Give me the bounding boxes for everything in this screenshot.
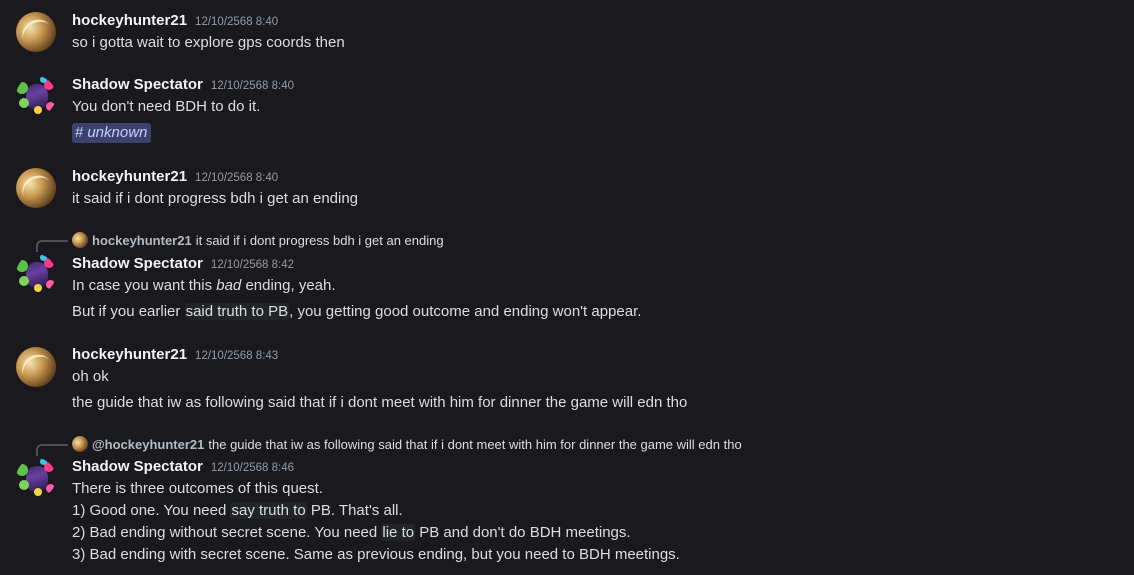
- reply-author[interactable]: @hockeyhunter21: [92, 437, 204, 452]
- text-segment: 1) Good one. You need: [72, 502, 231, 519]
- reply-text[interactable]: it said if i dont progress bdh i get an …: [196, 233, 444, 248]
- message-shadow-spectator-3: @hockeyhunter21 the guide that iw as foll…: [0, 434, 1134, 569]
- message-text: so i gotta wait to explore gps coords th…: [72, 34, 345, 51]
- message-text: In case you want this bad ending, yeah.: [72, 277, 336, 294]
- username[interactable]: hockeyhunter21: [72, 168, 187, 185]
- reply-preview[interactable]: hockeyhunter21 it said if i dont progress…: [72, 232, 444, 248]
- emphasis-text: bad: [216, 277, 242, 294]
- reply-text[interactable]: the guide that iw as following said that…: [208, 437, 741, 452]
- timestamp[interactable]: 12/10/2568 8:42: [211, 259, 294, 271]
- user-avatar[interactable]: [16, 458, 56, 498]
- text-segment: ending, yeah.: [241, 277, 336, 294]
- highlighted-text: lie to: [381, 524, 416, 541]
- message-text: the guide that iw as following said that…: [72, 394, 688, 411]
- user-avatar[interactable]: [16, 347, 56, 387]
- message-text: There is three outcomes of this quest.: [72, 480, 323, 497]
- reply-author[interactable]: hockeyhunter21: [92, 233, 192, 248]
- text-segment: PB. That's all.: [306, 502, 403, 519]
- username[interactable]: hockeyhunter21: [72, 12, 187, 29]
- timestamp[interactable]: 12/10/2568 8:46: [211, 462, 294, 474]
- message-hockeyhunter21-2: hockeyhunter21 12/10/2568 8:40 it said if…: [0, 166, 1134, 216]
- message-shadow-spectator-2: hockeyhunter21 it said if i dont progress…: [0, 230, 1134, 325]
- reply-avatar-icon: [72, 232, 88, 248]
- message-hockeyhunter21-3: hockeyhunter21 12/10/2568 8:43 oh ok the …: [0, 345, 1134, 415]
- message-text: 1) Good one. You need say truth to PB. T…: [72, 502, 403, 519]
- reply-avatar-icon: [72, 436, 88, 452]
- user-avatar[interactable]: [16, 254, 56, 294]
- message-text: But if you earlier said truth to PB, you…: [72, 303, 641, 320]
- message-text: oh ok: [72, 368, 109, 385]
- highlighted-text: say truth to: [230, 502, 307, 519]
- message-text: 2) Bad ending without secret scene. You …: [72, 524, 631, 541]
- reply-preview[interactable]: @hockeyhunter21 the guide that iw as foll…: [72, 436, 742, 452]
- message-text: it said if i dont progress bdh i get an …: [72, 190, 359, 207]
- text-segment: 2) Bad ending without secret scene. You …: [72, 524, 382, 541]
- timestamp[interactable]: 12/10/2568 8:40: [195, 172, 278, 184]
- timestamp[interactable]: 12/10/2568 8:43: [195, 350, 278, 362]
- timestamp[interactable]: 12/10/2568 8:40: [195, 16, 278, 28]
- username[interactable]: Shadow Spectator: [72, 458, 203, 475]
- username[interactable]: Shadow Spectator: [72, 255, 203, 272]
- text-segment: PB and don't do BDH meetings.: [415, 524, 631, 541]
- text-segment: , you getting good outcome and ending wo…: [289, 303, 642, 320]
- user-avatar[interactable]: [16, 76, 56, 116]
- message-text: 3) Bad ending with secret scene. Same as…: [72, 546, 680, 563]
- channel-name: unknown: [87, 124, 148, 141]
- hashtag-icon: #: [75, 124, 84, 141]
- message-text: You don't need BDH to do it.: [72, 98, 261, 115]
- user-avatar[interactable]: [16, 12, 56, 52]
- username[interactable]: hockeyhunter21: [72, 346, 187, 363]
- highlighted-text: said truth to PB: [184, 303, 290, 320]
- text-segment: In case you want this: [72, 277, 217, 294]
- username[interactable]: Shadow Spectator: [72, 76, 203, 93]
- reply-connector: [36, 444, 68, 456]
- text-segment: But if you earlier: [72, 303, 185, 320]
- message-hockeyhunter21-1: hockeyhunter21 12/10/2568 8:40 so i gotta…: [0, 10, 1134, 60]
- timestamp[interactable]: 12/10/2568 8:40: [211, 80, 294, 92]
- reply-connector: [36, 240, 68, 252]
- user-avatar[interactable]: [16, 168, 56, 208]
- channel-mention[interactable]: # unknown: [72, 123, 152, 143]
- message-shadow-spectator-1: Shadow Spectator 12/10/2568 8:40 You don'…: [0, 74, 1134, 146]
